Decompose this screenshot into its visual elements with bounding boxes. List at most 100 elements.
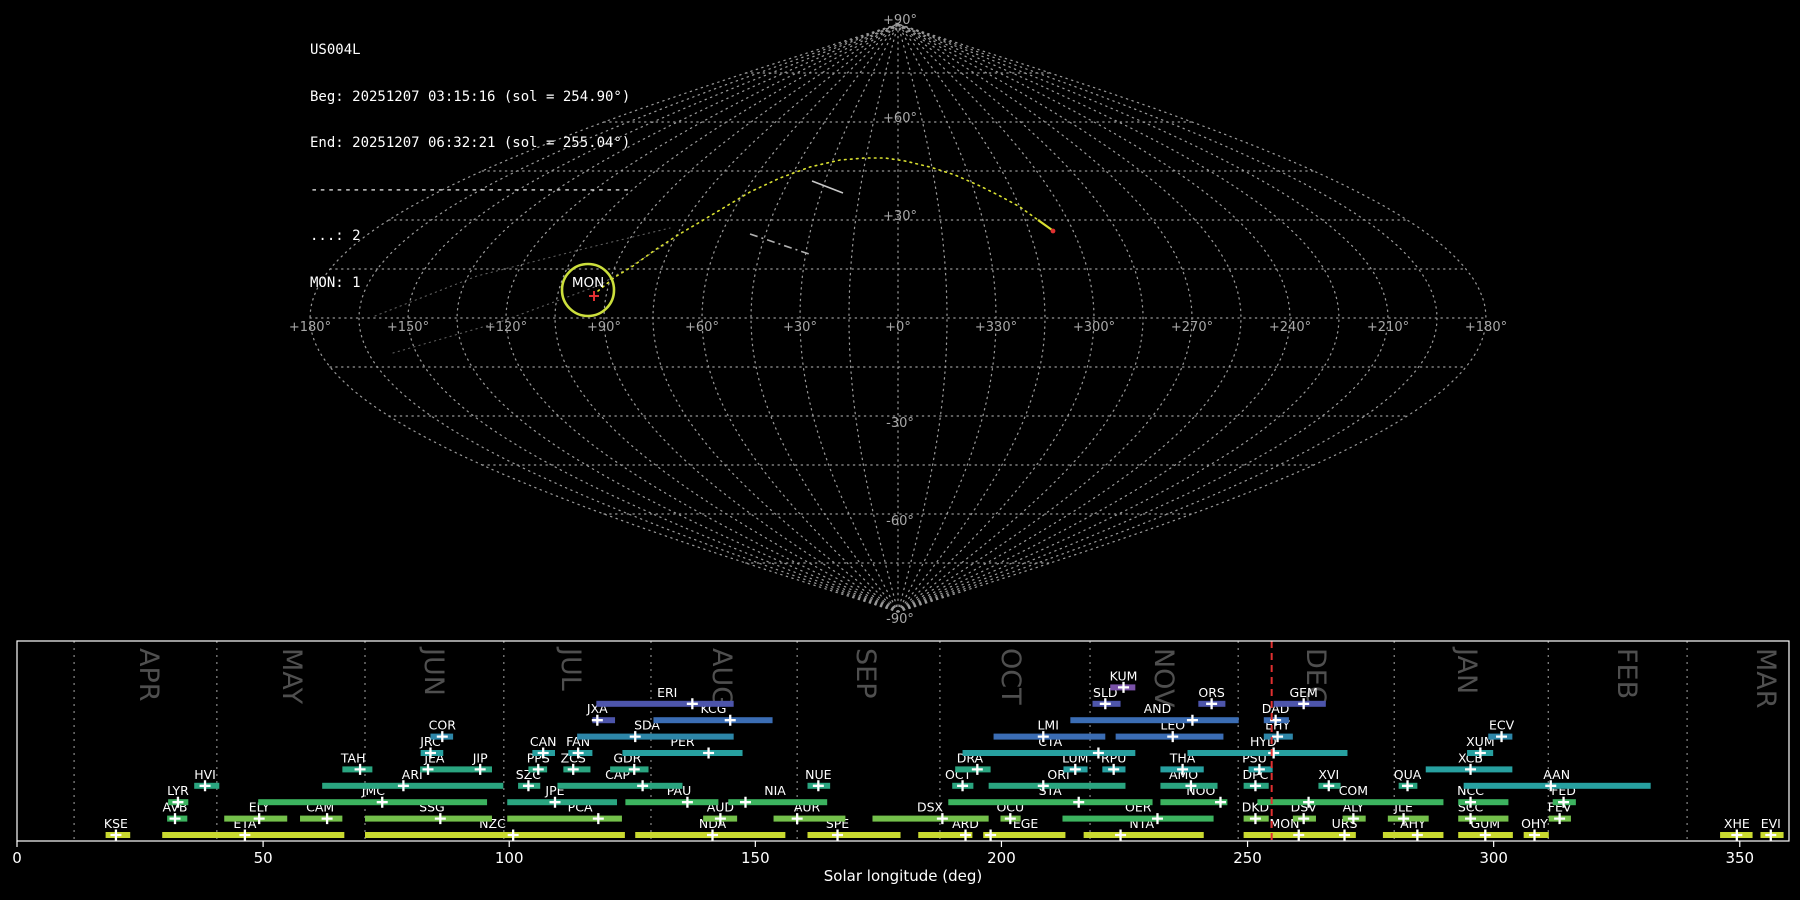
- shower-peak-marker-DRA: [971, 763, 983, 775]
- shower-peak-marker-EGE: [985, 829, 997, 841]
- shower-peak-marker-AHY: [1411, 829, 1423, 841]
- month-label: AUG: [706, 648, 737, 707]
- shower-peak-marker-PER: [703, 747, 715, 759]
- shower-peak-marker-JMC: [376, 796, 388, 808]
- shower-bar-CAP: [557, 782, 683, 789]
- shower-bar-CAM: [300, 815, 343, 822]
- shower-peak-marker-ORS: [1206, 698, 1218, 710]
- shower-peak-marker-KSE: [110, 829, 122, 841]
- trajectory-end-dot: [1050, 228, 1056, 234]
- month-label: JAN: [1451, 646, 1482, 694]
- shower-peak-marker-NUE: [812, 780, 824, 792]
- shower-peak-marker-NDA: [707, 829, 719, 841]
- shower-bar-OER: [1062, 815, 1214, 822]
- shower-peak-marker-DKD: [1249, 813, 1261, 825]
- map-declination-label: -30°: [886, 416, 914, 431]
- map-grid-meridian: [750, 23, 899, 613]
- shower-bar-MON: [1243, 832, 1334, 838]
- shower-bar-ARI: [322, 782, 504, 789]
- separator-line: --------------------------------------: [310, 181, 631, 198]
- shower-bar-ERI: [596, 700, 734, 707]
- month-label: SEP: [850, 648, 881, 698]
- shower-label-JIP: JIP: [472, 750, 488, 765]
- month-label: MAY: [276, 648, 307, 705]
- shower-label-NIA: NIA: [764, 783, 786, 798]
- shower-peak-marker-HYD: [1268, 747, 1280, 759]
- shower-peak-marker-LEO: [1167, 731, 1179, 743]
- shower-peak-marker-EVI: [1765, 829, 1777, 841]
- shower-label-XVI: XVI: [1318, 767, 1339, 782]
- trajectory-dotted-path: [597, 157, 1039, 292]
- shower-bar-PER: [622, 750, 743, 756]
- shower-peak-marker-NZC: [507, 829, 519, 841]
- map-longitude-label: +240°: [1269, 320, 1311, 335]
- map-longitude-label: +330°: [975, 320, 1017, 335]
- shower-peak-marker-NOO: [1214, 796, 1226, 808]
- map-declination-label: -60°: [886, 514, 914, 529]
- map-declination-label: +30°: [883, 209, 917, 224]
- map-longitude-label: +300°: [1073, 320, 1115, 335]
- shower-bar-LMI: [993, 733, 1106, 740]
- shower-bar-AUR: [773, 815, 846, 822]
- map-declination-label: +60°: [883, 111, 917, 126]
- activity-timeline: APR MAY JUN JUL AUG SEP OCT NOV DEC JAN FEB MARKSE E…: [12, 640, 1790, 885]
- shower-label-KSE: KSE: [104, 816, 128, 831]
- shower-peak-marker-GUM: [1479, 829, 1491, 841]
- month-label: JUL: [555, 646, 586, 691]
- shower-bar-KCG: [653, 717, 773, 724]
- shower-peak-marker-GDR: [628, 763, 640, 775]
- map-declination-label: +90°: [883, 13, 917, 28]
- shower-peak-marker-DSX: [936, 813, 948, 825]
- map-longitude-label: +30°: [783, 320, 817, 335]
- meteor-trail: [749, 233, 810, 255]
- x-axis-tick-label: 0: [12, 849, 22, 867]
- station-id: US004L: [310, 42, 361, 58]
- meteor-trail: [811, 180, 844, 194]
- shower-bar-COM: [1257, 799, 1444, 806]
- shower-peak-marker-PAU: [681, 796, 693, 808]
- map-longitude-label: +270°: [1171, 320, 1213, 335]
- shower-peak-marker-NIA: [739, 796, 751, 808]
- shower-label-COM: COM: [1339, 783, 1368, 798]
- shower-bar-NTA: [1083, 832, 1204, 838]
- observation-begin: Beg: 20251207 03:15:16 (sol = 254.90°): [310, 88, 631, 105]
- map-longitude-label: +180°: [289, 320, 331, 335]
- shower-peak-marker-ETA: [239, 829, 251, 841]
- month-label: MAR: [1750, 648, 1781, 709]
- shower-label-DSX: DSX: [917, 800, 944, 815]
- shower-peak-marker-TAH: [354, 763, 366, 775]
- shower-peak-marker-DSV: [1298, 813, 1310, 825]
- shower-bar-SDA: [577, 733, 734, 740]
- shower-peak-marker-OHY: [1529, 829, 1541, 841]
- shower-peak-marker-MON: [1293, 829, 1305, 841]
- shower-label-ARI: ARI: [402, 767, 423, 782]
- shower-peak-marker-AVB: [169, 813, 181, 825]
- shower-label-NUE: NUE: [805, 767, 831, 782]
- month-label: JUN: [418, 646, 449, 696]
- map-longitude-label: +150°: [387, 320, 429, 335]
- shower-label-EVI: EVI: [1761, 816, 1781, 831]
- shower-peak-marker-LUM: [1069, 763, 1081, 775]
- shower-peak-marker-ECV: [1496, 731, 1508, 743]
- shower-peak-marker-ARD: [960, 829, 972, 841]
- shower-peak-marker-JXA: [591, 714, 603, 726]
- shower-peak-marker-AND: [1186, 714, 1198, 726]
- shower-peak-marker-DPC: [1249, 780, 1261, 792]
- shower-bar-AND: [1070, 717, 1239, 724]
- map-longitude-label: +60°: [685, 320, 719, 335]
- shower-peak-marker-KUM: [1118, 681, 1130, 693]
- meteor-radiant-app: +180° +150° +120° +90° +60° +30° +0° +330° +300°…: [0, 0, 1800, 900]
- shower-peak-marker-KCG: [724, 714, 736, 726]
- shower-label-ECV: ECV: [1489, 718, 1515, 733]
- shower-label-CAN: CAN: [530, 734, 557, 749]
- shower-label-ORS: ORS: [1198, 685, 1225, 700]
- x-axis-tick-label: 50: [254, 849, 273, 867]
- x-axis-title: Solar longitude (deg): [824, 867, 982, 885]
- shower-peak-marker-FEV: [1554, 813, 1566, 825]
- shower-peak-marker-JPE: [549, 796, 561, 808]
- x-axis-tick-label: 250: [1233, 849, 1262, 867]
- map-declination-label: -90°: [886, 612, 914, 627]
- shower-peak-marker-HVI: [199, 780, 211, 792]
- shower-bar-ETA: [162, 832, 345, 838]
- shower-peak-marker-SPE: [832, 829, 844, 841]
